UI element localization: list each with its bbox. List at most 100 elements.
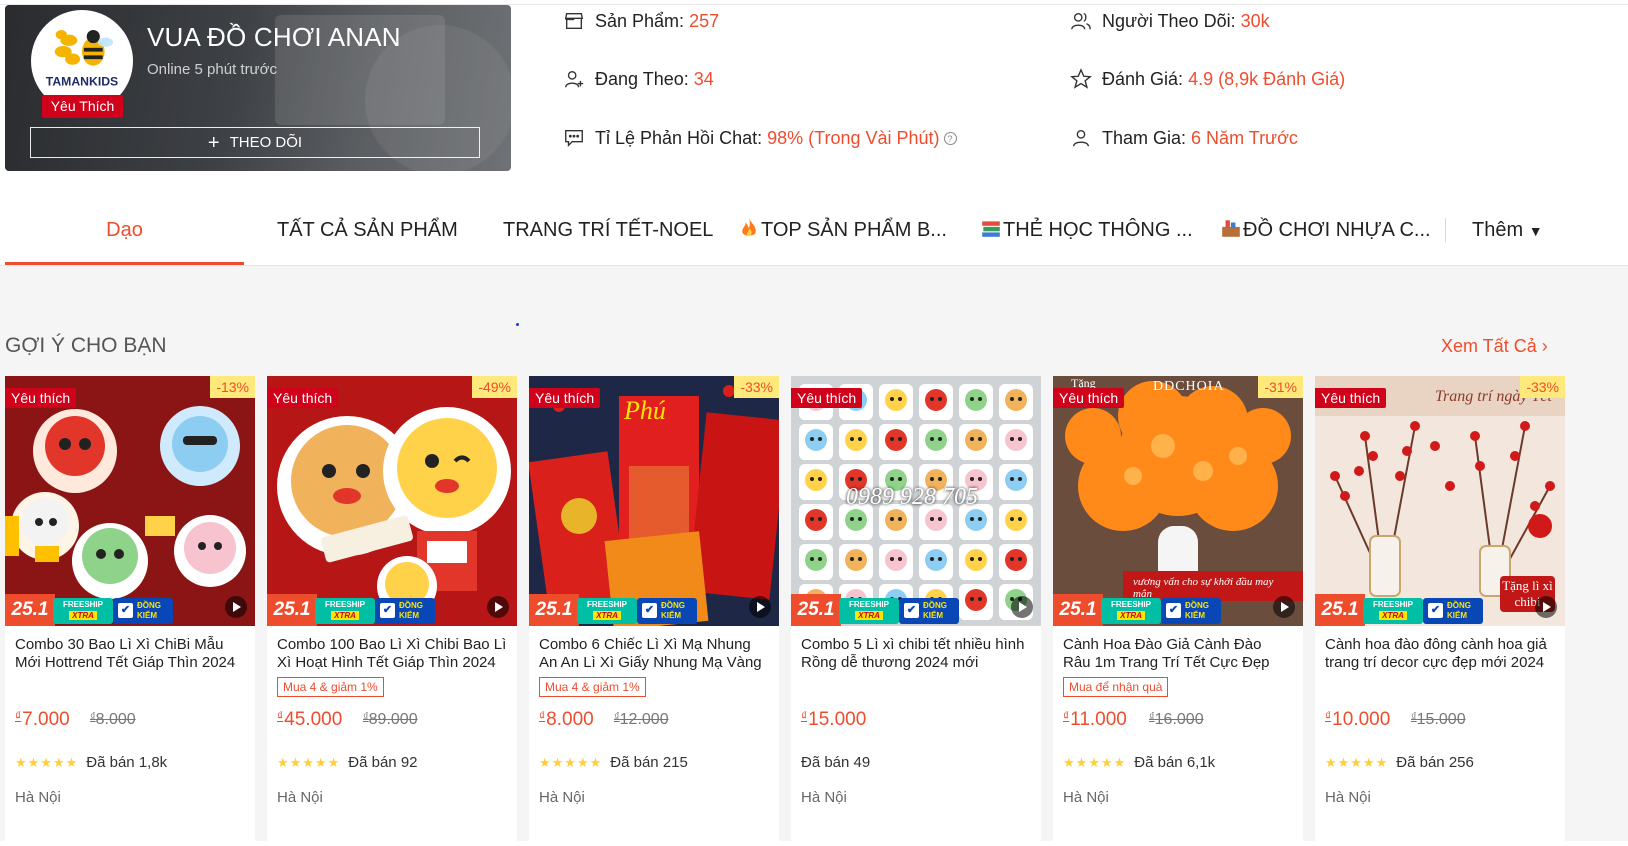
- stat-followers: Người Theo Dõi: 30k: [1070, 10, 1270, 32]
- fire-icon: [742, 218, 756, 237]
- promo-strip: 25.1 FREESHIP XTRA ✔ ĐỒNG KIỂM: [267, 594, 517, 626]
- stat-following: Đang Theo: 34: [563, 68, 714, 90]
- sold-count: Đã bán 256: [1396, 754, 1474, 771]
- check-icon: ✔: [118, 603, 133, 618]
- user-plus-icon: [563, 68, 585, 90]
- product-image: DDCHOIA Tặng vương vấn cho sự khởi đầu may…: [1053, 376, 1303, 626]
- product-name: Combo 5 Lì xì chibi tết nhiều hình Rồng …: [801, 636, 1025, 671]
- promo-strip: 25.1 FREESHIP XTRA ✔ ĐỒNG KIỂM: [1053, 594, 1303, 626]
- product-price: ₫11.000: [1063, 709, 1127, 730]
- sold-count: Đã bán 1,8k: [86, 754, 168, 771]
- product-location: Hà Nội: [1063, 789, 1109, 806]
- product-image: Phú: [529, 376, 779, 626]
- user-icon: [1070, 127, 1092, 149]
- freeship-badge: FREESHIP XTRA: [53, 598, 113, 624]
- campaign-badge: 25.1: [267, 594, 317, 626]
- original-price: ₫16.000: [1149, 711, 1204, 728]
- shop-online-status: Online 5 phút trước: [147, 61, 277, 78]
- image-overlay-text: Phú: [624, 396, 666, 425]
- store-icon: [563, 10, 585, 32]
- product-name: Combo 6 Chiếc Lì Xì Mạ Nhung An An Lì Xì…: [539, 636, 762, 671]
- product-card-6[interactable]: Trang trí ngày Tết Tặng lì xì chibi Yêu t…: [1315, 376, 1565, 846]
- discount-badge: -33%: [1520, 376, 1565, 398]
- product-name: Cành Hoa Đào Giả Cành Đào Râu 1m Trang T…: [1063, 636, 1270, 671]
- product-price: ₫15.000: [801, 709, 867, 730]
- favorite-tag: Yêu thích: [1053, 388, 1125, 408]
- rating-stars-icon: ★★★★★: [1063, 754, 1127, 770]
- check-icon: ✔: [1428, 603, 1443, 618]
- rating-stars-icon: ★★★★★: [539, 754, 603, 770]
- video-play-icon[interactable]: [1535, 596, 1557, 618]
- freeship-badge: FREESHIP XTRA: [577, 598, 637, 624]
- video-play-icon[interactable]: [225, 596, 247, 618]
- tab-explore[interactable]: Dạo: [5, 196, 244, 265]
- product-card-3[interactable]: Phú Yêu thích -33% 25.1 FREESHIP XTRA ✔ ĐỒ…: [529, 376, 779, 846]
- tab-plastic-toys[interactable]: ĐỒ CHƠI NHỰA C...: [1220, 196, 1431, 265]
- rating-sold: ★★★★★ Đã bán 92: [277, 754, 418, 771]
- video-play-icon[interactable]: [1273, 596, 1295, 618]
- shop-name: VUA ĐỒ CHƠI ANAN: [147, 22, 401, 52]
- stat-rating: Đánh Giá: 4.9 (8,9k Đánh Giá): [1070, 68, 1345, 90]
- product-image: [5, 376, 255, 626]
- product-price: ₫8.000: [539, 709, 594, 730]
- stat-chat-response: Tỉ Lệ Phản Hồi Chat: 98% (Trong Vài Phút…: [563, 127, 957, 149]
- promo-tag: Mua 4 & giảm 1%: [539, 677, 646, 697]
- product-location: Hà Nội: [539, 789, 585, 806]
- video-play-icon[interactable]: [1011, 596, 1033, 618]
- check-icon: ✔: [1166, 603, 1181, 618]
- discount-badge: -13%: [210, 376, 255, 398]
- product-price: ₫45.000: [277, 709, 343, 730]
- follow-button[interactable]: + THEO DÕI: [30, 127, 480, 158]
- image-overlay-text: 0989 928 705: [846, 484, 978, 510]
- inspection-badge: ✔ ĐỒNG KIỂM: [899, 598, 959, 624]
- favorite-tag: Yêu thích: [267, 388, 339, 408]
- product-location: Hà Nội: [1325, 789, 1371, 806]
- followers-icon: [1070, 10, 1092, 32]
- see-all-link[interactable]: Xem Tất Cả ›: [1441, 336, 1548, 357]
- video-play-icon[interactable]: [487, 596, 509, 618]
- help-icon[interactable]: ?: [943, 131, 957, 145]
- campaign-badge: 25.1: [1053, 594, 1103, 626]
- video-play-icon[interactable]: [749, 596, 771, 618]
- rating-stars-icon: ★★★★★: [277, 754, 341, 770]
- check-icon: ✔: [380, 603, 395, 618]
- tab-all-products[interactable]: TẤT CẢ SẢN PHẨM: [277, 196, 458, 265]
- product-location: Hà Nội: [15, 789, 61, 806]
- product-name: Combo 30 Bao Lì Xì ChiBi Mẫu Mới Hottren…: [15, 636, 236, 671]
- sold-count: Đã bán 215: [610, 754, 688, 771]
- inspection-badge: ✔ ĐỒNG KIỂM: [637, 598, 697, 624]
- freeship-badge: FREESHIP XTRA: [1101, 598, 1161, 624]
- tab-more-dropdown[interactable]: Thêm ▼: [1472, 196, 1543, 265]
- tab-learning-cards[interactable]: THẺ HỌC THÔNG ...: [980, 196, 1193, 265]
- rating-stars-icon: ★★★★★: [15, 754, 79, 770]
- stat-products: Sản Phẩm: 257: [563, 10, 719, 32]
- freeship-badge: FREESHIP XTRA: [839, 598, 899, 624]
- campaign-badge: 25.1: [1315, 594, 1365, 626]
- promo-tag: Mua để nhận quà: [1063, 677, 1169, 697]
- sold-count: Đã bán 92: [348, 754, 418, 771]
- tab-top-products[interactable]: TOP SẢN PHẨM B...: [738, 196, 947, 265]
- product-card-2[interactable]: Yêu thích -49% 25.1 FREESHIP XTRA ✔ ĐỒNG KI…: [267, 376, 517, 846]
- logo-text: TAMANKIDS: [46, 74, 118, 88]
- original-price: ₫8.000: [90, 711, 136, 728]
- original-price: ₫12.000: [614, 711, 669, 728]
- promo-strip: 25.1 FREESHIP XTRA ✔ ĐỒNG KIỂM: [529, 594, 779, 626]
- product-name: Combo 100 Bao Lì Xì Chibi Bao Lì Xì Hoạt…: [277, 636, 507, 671]
- product-card-4[interactable]: 0989 928 705 Yêu thích 25.1 FREESHIP XTRA…: [791, 376, 1041, 846]
- product-price: ₫10.000: [1325, 709, 1391, 730]
- sold-count: Đã bán 6,1k: [1134, 754, 1216, 771]
- product-card-5[interactable]: DDCHOIA Tặng vương vấn cho sự khởi đầu may…: [1053, 376, 1303, 846]
- freeship-badge: FREESHIP XTRA: [1363, 598, 1423, 624]
- follow-button-label: THEO DÕI: [229, 134, 303, 151]
- tab-tet-noel-decor[interactable]: TRANG TRÍ TẾT-NOEL: [503, 196, 713, 265]
- rating-sold: ★★★★★ Đã bán 1,8k: [15, 754, 167, 771]
- product-image: Trang trí ngày Tết Tặng lì xì chibi: [1315, 376, 1565, 626]
- preferred-shop-badge: Yêu Thích: [42, 95, 123, 118]
- product-image: [267, 376, 517, 626]
- check-icon: ✔: [642, 603, 657, 618]
- campaign-badge: 25.1: [791, 594, 841, 626]
- discount-badge: -31%: [1258, 376, 1303, 398]
- product-name: Cành hoa đào đông cành hoa giả trang trí…: [1325, 636, 1547, 671]
- product-card-1[interactable]: Yêu thích -13% 25.1 FREESHIP XTRA ✔ ĐỒNG KI…: [5, 376, 255, 846]
- campaign-badge: 25.1: [5, 594, 55, 626]
